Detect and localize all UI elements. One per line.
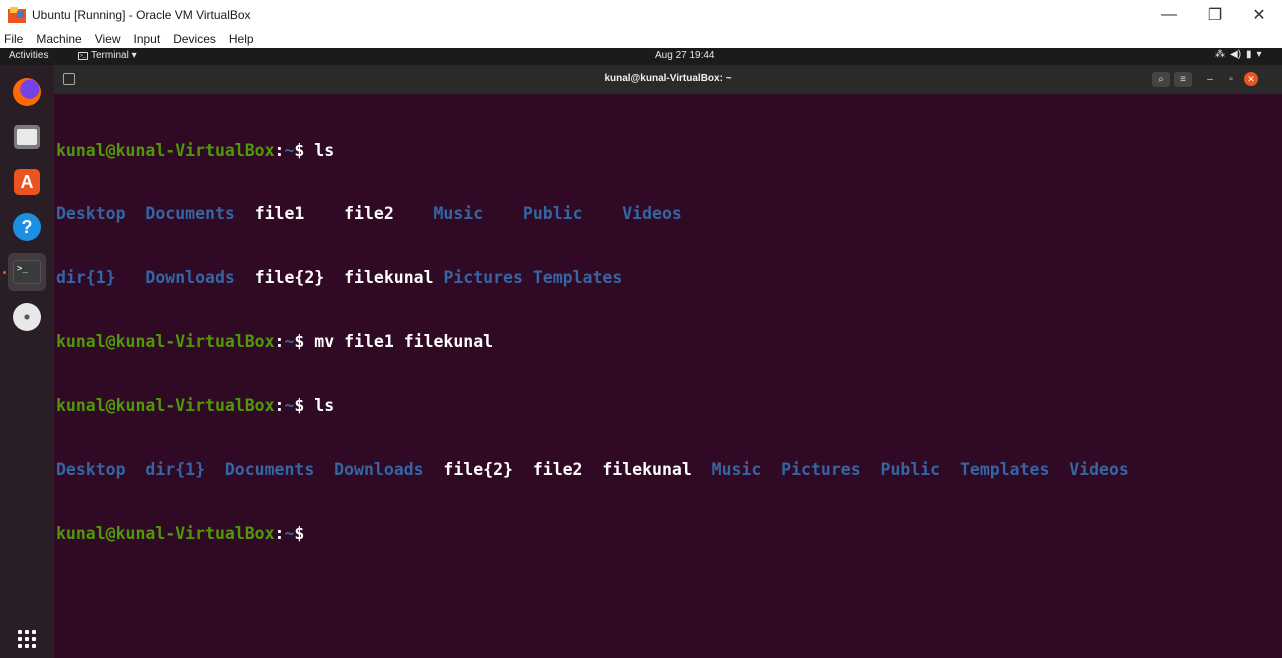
prompt-path: ~ [284, 523, 295, 543]
terminal-icon: >_ [13, 260, 41, 284]
network-icon: ⁂ [1215, 49, 1225, 60]
terminal-line: kunal@kunal-VirtualBox:~$ mv file1 filek… [56, 331, 1282, 352]
maximize-button[interactable]: ❐ [1192, 0, 1238, 30]
dock-dvd[interactable] [8, 298, 46, 336]
firefox-icon [13, 78, 41, 106]
system-status-area[interactable]: ⁂ ◀) ▮ ▾ [1215, 49, 1262, 60]
prompt-colon: : [274, 523, 285, 543]
clock[interactable]: Aug 27 19:44 [655, 50, 715, 61]
apps-grid-icon [18, 630, 36, 648]
output-directories: Pictures Templates [443, 268, 623, 288]
dock-terminal[interactable]: >_ [8, 253, 46, 291]
prompt-colon: : [274, 332, 285, 352]
dock-help[interactable]: ? [8, 208, 46, 246]
menu-arrow-icon: ▾ [1256, 49, 1262, 60]
prompt-sign: $ [294, 140, 315, 160]
host-window-title: Ubuntu [Running] - Oracle VM VirtualBox [32, 8, 251, 22]
dock-firefox[interactable] [8, 73, 46, 111]
close-button[interactable]: ✕ [1236, 0, 1282, 30]
host-title-bar: Ubuntu [Running] - Oracle VM VirtualBox … [0, 0, 1282, 30]
files-icon [14, 125, 40, 149]
help-icon: ? [13, 213, 41, 241]
output-files: file1 file2 [254, 204, 434, 224]
terminal-line: Desktop dir{1} Documents Downloads file{… [56, 459, 1282, 480]
terminal-line: dir{1} Downloads file{2} filekunal Pictu… [56, 267, 1282, 288]
prompt-sign: $ [294, 396, 315, 416]
prompt-path: ~ [284, 140, 295, 160]
output-directories: Music Public Videos [433, 204, 682, 224]
battery-icon: ▮ [1246, 49, 1252, 60]
output-directories: Desktop dir{1} Documents Downloads [56, 460, 444, 480]
terminal-line: Desktop Documents file1 file2 Music Publ… [56, 203, 1282, 224]
prompt-colon: : [274, 396, 285, 416]
output-directories: Music Pictures Public Templates Videos [711, 460, 1129, 480]
prompt-user: kunal@kunal-VirtualBox [56, 523, 275, 543]
prompt-colon: : [274, 140, 285, 160]
terminal-maximize-icon[interactable]: ▫ [1224, 72, 1238, 87]
output-directories: Desktop Documents [56, 204, 255, 224]
prompt-user: kunal@kunal-VirtualBox [56, 396, 275, 416]
app-menu-terminal[interactable]: >_ Terminal ▾ [78, 50, 137, 61]
prompt-sign: $ [294, 332, 315, 352]
dock-files[interactable] [8, 118, 46, 156]
terminal-close-icon[interactable]: ✕ [1244, 72, 1258, 86]
output-files: file{2} filekunal [254, 268, 444, 288]
software-icon: A [14, 169, 40, 195]
output-files: file{2} file2 filekunal [443, 460, 712, 480]
terminal-line: kunal@kunal-VirtualBox:~$ ls [56, 395, 1282, 416]
command-text: ls [314, 140, 335, 160]
prompt-user: kunal@kunal-VirtualBox [56, 140, 275, 160]
guest-screen: Activities >_ Terminal ▾ Aug 27 19:44 ⁂ … [0, 48, 1282, 658]
menu-input[interactable]: Input [134, 32, 168, 46]
menu-help[interactable]: Help [229, 32, 261, 46]
terminal-line: kunal@kunal-VirtualBox:~$ [56, 523, 1282, 544]
gnome-top-bar: Activities >_ Terminal ▾ Aug 27 19:44 ⁂ … [0, 48, 1282, 65]
output-directories: dir{1} Downloads [56, 268, 255, 288]
search-icon[interactable]: ⌕ [1152, 72, 1170, 87]
terminal-header-bar: kunal@kunal-VirtualBox: ~ ⌕ ≡ – ▫ ✕ [54, 65, 1282, 94]
menu-machine[interactable]: Machine [36, 32, 88, 46]
app-menu-label: Terminal ▾ [91, 50, 137, 61]
host-menu-bar: File Machine View Input Devices Help [0, 30, 1282, 48]
menu-file[interactable]: File [4, 32, 30, 46]
terminal-title: kunal@kunal-VirtualBox: ~ [604, 73, 732, 84]
terminal-minimize-icon[interactable]: – [1203, 72, 1217, 87]
command-text: ls [314, 396, 335, 416]
menu-devices[interactable]: Devices [173, 32, 223, 46]
prompt-path: ~ [284, 396, 295, 416]
activities-button[interactable]: Activities [9, 50, 48, 61]
terminal-body[interactable]: kunal@kunal-VirtualBox:~$ ls Desktop Doc… [54, 94, 1282, 658]
dvd-icon [13, 303, 41, 331]
show-applications-button[interactable] [8, 620, 46, 658]
minimize-button[interactable]: — [1146, 0, 1192, 30]
volume-icon: ◀) [1230, 49, 1242, 60]
virtualbox-icon [8, 7, 26, 23]
running-indicator [3, 271, 6, 274]
prompt-path: ~ [284, 332, 295, 352]
dock: A ? >_ [0, 65, 54, 658]
menu-view[interactable]: View [95, 32, 128, 46]
hamburger-menu-icon[interactable]: ≡ [1174, 72, 1192, 87]
dock-ubuntu-software[interactable]: A [8, 163, 46, 201]
prompt-sign: $ [294, 523, 315, 543]
prompt-user: kunal@kunal-VirtualBox [56, 332, 275, 352]
terminal-small-icon: >_ [78, 51, 88, 60]
command-text: mv file1 filekunal [314, 332, 494, 352]
terminal-line: kunal@kunal-VirtualBox:~$ ls [56, 140, 1282, 161]
